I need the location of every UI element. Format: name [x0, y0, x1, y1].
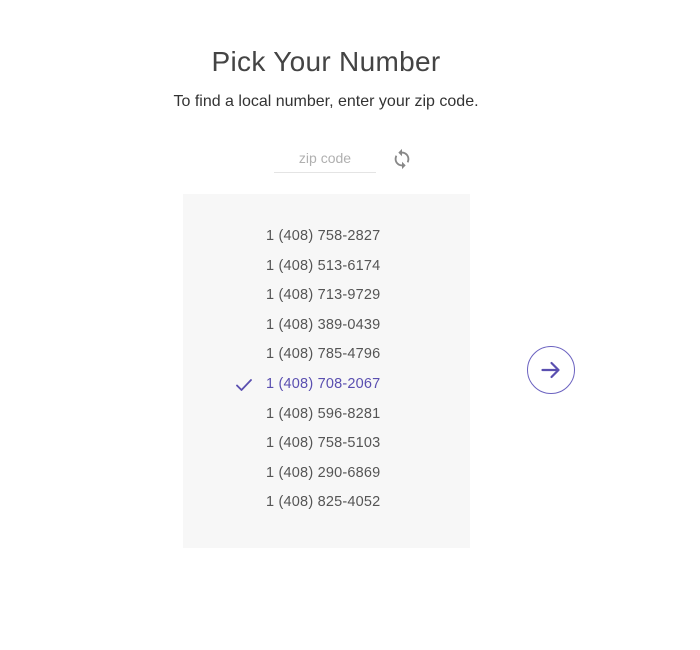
number-option[interactable]: 1 (408) 290-6869: [183, 459, 470, 489]
refresh-button[interactable]: [391, 148, 413, 170]
number-label: 1 (408) 785-4796: [266, 346, 381, 363]
refresh-icon: [394, 148, 410, 170]
number-option-selected[interactable]: 1 (408) 708-2067: [183, 370, 470, 400]
check-icon: [236, 379, 252, 391]
arrow-right-icon: [541, 361, 560, 379]
number-list-panel: 1 (408) 758-2827 1 (408) 513-6174 1 (408) …: [183, 194, 470, 548]
number-option[interactable]: 1 (408) 513-6174: [183, 252, 470, 282]
number-option[interactable]: 1 (408) 596-8281: [183, 400, 470, 430]
zip-code-input[interactable]: [274, 144, 376, 172]
zip-field: [274, 144, 376, 173]
number-label: 1 (408) 596-8281: [266, 405, 381, 422]
number-option[interactable]: 1 (408) 713-9729: [183, 281, 470, 311]
number-label: 1 (408) 758-2827: [266, 228, 381, 244]
number-option[interactable]: 1 (408) 758-5103: [183, 429, 470, 459]
number-option[interactable]: 1 (408) 758-2827: [183, 222, 470, 252]
number-label: 1 (408) 290-6869: [266, 464, 381, 481]
number-label: 1 (408) 713-9729: [266, 287, 381, 304]
number-option[interactable]: 1 (408) 825-4052: [183, 488, 470, 518]
number-label: 1 (408) 825-4052: [266, 494, 381, 511]
number-label: 1 (408) 708-2067: [266, 375, 381, 392]
number-list: 1 (408) 758-2827 1 (408) 513-6174 1 (408) …: [183, 222, 470, 518]
number-label: 1 (408) 389-0439: [266, 316, 381, 333]
page-subtitle: To find a local number, enter your zip c…: [173, 93, 479, 110]
number-option[interactable]: 1 (408) 785-4796: [183, 340, 470, 370]
page-title: Pick Your Number: [211, 46, 441, 77]
next-button[interactable]: [527, 346, 575, 394]
number-label: 1 (408) 758-5103: [266, 435, 381, 452]
number-label: 1 (408) 513-6174: [266, 257, 381, 274]
number-option[interactable]: 1 (408) 389-0439: [183, 311, 470, 341]
